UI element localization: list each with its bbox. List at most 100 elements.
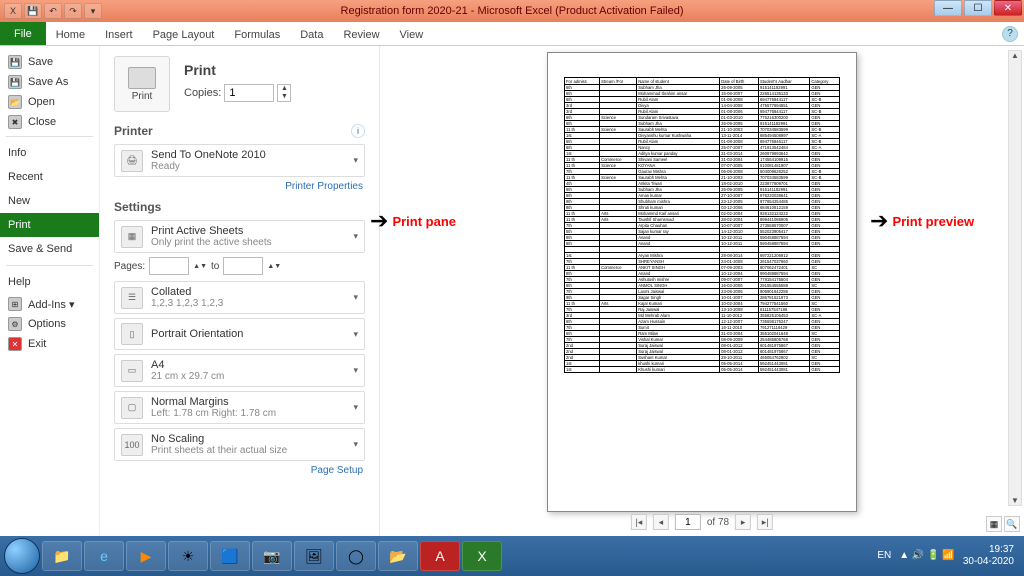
saveas-icon: 💾 xyxy=(8,75,22,89)
scaling-icon: 100 xyxy=(121,434,143,456)
setting-margins[interactable]: ▢Normal MarginsLeft: 1.78 cm Right: 1.78… xyxy=(114,391,365,424)
zoom-page-button[interactable]: 🔍 xyxy=(1004,516,1020,532)
show-margins-button[interactable]: ▦ xyxy=(986,516,1002,532)
chevron-down-icon: ▾ xyxy=(353,365,358,376)
setting-collate[interactable]: ☰Collated1,2,3 1,2,3 1,2,3▾ xyxy=(114,281,365,314)
tray-lang[interactable]: EN xyxy=(877,550,891,562)
nav-help[interactable]: Help xyxy=(0,270,99,294)
taskbar-cam[interactable]: 📷 xyxy=(252,541,292,571)
printer-device-icon: 🖨 xyxy=(121,150,143,172)
nav-new[interactable]: New xyxy=(0,189,99,213)
chevron-down-icon: ▾ xyxy=(353,439,358,450)
chevron-down-icon: ▾ xyxy=(353,329,358,340)
taskbar-app2[interactable]: 🟦 xyxy=(210,541,250,571)
minimize-button[interactable]: — xyxy=(934,0,962,16)
taskbar-app1[interactable]: ☀ xyxy=(168,541,208,571)
tab-pagelayout[interactable]: Page Layout xyxy=(143,25,225,45)
nav-savesend[interactable]: Save & Send xyxy=(0,237,99,261)
settings-heading: Settings xyxy=(114,200,365,214)
qat-save-icon[interactable]: 💾 xyxy=(24,3,42,19)
nav-info[interactable]: Info xyxy=(0,141,99,165)
scroll-up-icon[interactable]: ▲ xyxy=(1011,51,1019,60)
page-icon: ▭ xyxy=(121,360,143,382)
chevron-down-icon: ▾ xyxy=(353,402,358,413)
setting-papersize[interactable]: ▭A421 cm x 29.7 cm▾ xyxy=(114,354,365,387)
orientation-icon: ▯ xyxy=(121,323,143,345)
nav-addins[interactable]: ⊞Add-Ins ▾ xyxy=(0,294,99,314)
setting-scaling[interactable]: 100No ScalingPrint sheets at their actua… xyxy=(114,428,365,461)
margins-icon: ▢ xyxy=(121,397,143,419)
taskbar-adobe[interactable]: A xyxy=(420,541,460,571)
taskbar: 📁 e ▶ ☀ 🟦 📷 🖼 ◯ 📂 A X EN ▲ 🔊 🔋 📶 19:3730… xyxy=(0,536,1024,576)
page-input[interactable] xyxy=(675,514,701,530)
options-icon: ⚙ xyxy=(8,317,22,331)
page-next-button[interactable]: ▸ xyxy=(735,514,751,530)
nav-save[interactable]: 💾Save xyxy=(0,52,99,72)
exit-icon: ✕ xyxy=(8,337,22,351)
print-pane: Print Print Copies: ▲▼ Printeri 🖨 Send T… xyxy=(100,46,380,536)
backstage-nav: 💾Save 💾Save As 📂Open ✖Close Info Recent … xyxy=(0,46,100,536)
window-title: Registration form 2020-21 - Microsoft Ex… xyxy=(341,5,684,17)
addins-icon: ⊞ xyxy=(8,297,22,311)
qat-undo-icon[interactable]: ↶ xyxy=(44,3,62,19)
tab-insert[interactable]: Insert xyxy=(95,25,143,45)
start-button[interactable] xyxy=(4,538,40,574)
nav-options[interactable]: ⚙Options xyxy=(0,314,99,334)
qat-redo-icon[interactable]: ↷ xyxy=(64,3,82,19)
scrollbar[interactable]: ▲▼ xyxy=(1008,50,1022,506)
nav-print[interactable]: Print xyxy=(0,213,99,237)
printer-selector[interactable]: 🖨 Send To OneNote 2010Ready ▾ xyxy=(114,144,365,177)
close-button[interactable]: ✕ xyxy=(994,0,1022,16)
taskbar-chrome[interactable]: ◯ xyxy=(336,541,376,571)
maximize-button[interactable]: ☐ xyxy=(964,0,992,16)
copies-input[interactable] xyxy=(224,84,274,102)
setting-orientation[interactable]: ▯Portrait Orientation▾ xyxy=(114,318,365,350)
tab-formulas[interactable]: Formulas xyxy=(224,25,290,45)
setting-what-to-print[interactable]: ▦Print Active SheetsOnly print the activ… xyxy=(114,220,365,253)
taskbar-folder[interactable]: 📂 xyxy=(378,541,418,571)
taskbar-excel[interactable]: X xyxy=(462,541,502,571)
page-last-button[interactable]: ▸| xyxy=(757,514,773,530)
nav-recent[interactable]: Recent xyxy=(0,165,99,189)
tab-view[interactable]: View xyxy=(390,25,434,45)
nav-exit[interactable]: ✕Exit xyxy=(0,334,99,354)
file-tab[interactable]: File xyxy=(0,22,46,45)
copies-label: Copies: xyxy=(184,87,221,99)
scroll-down-icon[interactable]: ▼ xyxy=(1011,496,1019,505)
taskbar-ie[interactable]: e xyxy=(84,541,124,571)
sheets-icon: ▦ xyxy=(121,226,143,248)
nav-saveas[interactable]: 💾Save As xyxy=(0,72,99,92)
print-preview: For admissStream /ForName of studentDate… xyxy=(380,46,1024,536)
taskbar-photos[interactable]: 🖼 xyxy=(294,541,334,571)
qat-dropdown-icon[interactable]: ▾ xyxy=(84,3,102,19)
tab-data[interactable]: Data xyxy=(290,25,333,45)
chevron-down-icon: ▾ xyxy=(353,231,358,242)
pages-from-input[interactable] xyxy=(149,257,189,275)
tab-home[interactable]: Home xyxy=(46,25,95,45)
printer-properties-link[interactable]: Printer Properties xyxy=(116,181,363,192)
app-icon: X xyxy=(4,3,22,19)
page-total: of 78 xyxy=(707,517,729,528)
tab-review[interactable]: Review xyxy=(333,25,389,45)
copies-spinner[interactable]: ▲▼ xyxy=(277,84,291,102)
print-button[interactable]: Print xyxy=(114,56,170,112)
tray-icons[interactable]: ▲ 🔊 🔋 📶 xyxy=(899,550,955,562)
page-prev-button[interactable]: ◂ xyxy=(653,514,669,530)
open-icon: 📂 xyxy=(8,95,22,109)
nav-close[interactable]: ✖Close xyxy=(0,112,99,132)
pages-to-input[interactable] xyxy=(223,257,263,275)
help-icon[interactable]: ? xyxy=(1002,26,1018,42)
info-icon[interactable]: i xyxy=(351,124,365,138)
taskbar-media[interactable]: ▶ xyxy=(126,541,166,571)
nav-open[interactable]: 📂Open xyxy=(0,92,99,112)
page-first-button[interactable]: |◂ xyxy=(631,514,647,530)
page-setup-link[interactable]: Page Setup xyxy=(116,465,363,476)
page-navigator: |◂ ◂ of 78 ▸ ▸| xyxy=(631,514,773,530)
clock-time: 19:37 xyxy=(963,544,1014,556)
printer-icon xyxy=(128,67,156,89)
taskbar-explorer[interactable]: 📁 xyxy=(42,541,82,571)
collate-icon: ☰ xyxy=(121,287,143,309)
save-icon: 💾 xyxy=(8,55,22,69)
chevron-down-icon: ▾ xyxy=(353,155,358,166)
preview-page: For admissStream /ForName of studentDate… xyxy=(547,52,857,512)
